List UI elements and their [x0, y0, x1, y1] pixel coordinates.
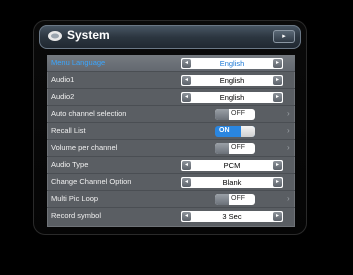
- menu-item-audio-type[interactable]: Audio Type ◂ PCM ▸: [47, 157, 295, 174]
- settings-menu: Menu Language ◂ English ▸ Audio1 ◂ Engli…: [47, 55, 295, 227]
- selector-value: English: [219, 76, 245, 85]
- satellite-icon: [48, 31, 62, 41]
- left-arrow-icon[interactable]: ◂: [182, 59, 191, 68]
- toggle-state: ON: [219, 127, 230, 134]
- page-title: System: [67, 28, 110, 42]
- menu-language-selector[interactable]: ◂ English ▸: [181, 58, 283, 69]
- right-arrow-icon[interactable]: ▸: [273, 76, 282, 85]
- recall-list-toggle[interactable]: ON: [215, 126, 255, 137]
- toggle-knob: [215, 143, 229, 154]
- audio-type-selector[interactable]: ◂ PCM ▸: [181, 160, 283, 171]
- menu-item-recall-list[interactable]: Recall List ON ›: [47, 123, 295, 140]
- record-symbol-selector[interactable]: ◂ 3 Sec ▸: [181, 211, 283, 222]
- menu-item-menu-language[interactable]: Menu Language ◂ English ▸: [47, 55, 295, 72]
- toggle-knob: [241, 126, 255, 137]
- selector-value: 3 Sec: [222, 212, 242, 221]
- audio1-selector[interactable]: ◂ English ▸: [181, 75, 283, 86]
- title-bar: System ▸: [39, 25, 301, 49]
- chevron-right-icon: ›: [287, 194, 290, 203]
- menu-item-label: Recall List: [51, 126, 86, 135]
- selector-value: PCM: [223, 161, 241, 170]
- toggle-state: OFF: [231, 195, 245, 202]
- change-channel-option-selector[interactable]: ◂ Blank ▸: [181, 177, 283, 188]
- menu-item-audio1[interactable]: Audio1 ◂ English ▸: [47, 72, 295, 89]
- auto-channel-selection-toggle[interactable]: OFF: [215, 109, 255, 120]
- toggle-state: OFF: [231, 110, 245, 117]
- left-arrow-icon[interactable]: ◂: [182, 178, 191, 187]
- toggle-knob: [215, 194, 229, 205]
- audio2-selector[interactable]: ◂ English ▸: [181, 92, 283, 103]
- menu-item-label: Multi Pic Loop: [51, 194, 99, 203]
- menu-item-label: Change Channel Option: [51, 177, 132, 186]
- left-arrow-icon[interactable]: ◂: [182, 161, 191, 170]
- left-arrow-icon[interactable]: ◂: [182, 76, 191, 85]
- system-settings-window: System ▸ Menu Language ◂ English ▸ Audio…: [33, 20, 307, 235]
- menu-item-label: Audio1: [51, 75, 75, 84]
- menu-item-record-symbol[interactable]: Record symbol ◂ 3 Sec ▸: [47, 208, 295, 225]
- left-arrow-icon[interactable]: ◂: [182, 212, 191, 221]
- multi-pic-loop-toggle[interactable]: OFF: [215, 194, 255, 205]
- menu-item-label: Menu Language: [51, 58, 106, 67]
- menu-item-label: Audio Type: [51, 160, 89, 169]
- selector-value: English: [219, 59, 245, 68]
- toggle-state: OFF: [231, 144, 245, 151]
- right-arrow-icon[interactable]: ▸: [273, 30, 295, 43]
- volume-per-channel-toggle[interactable]: OFF: [215, 143, 255, 154]
- chevron-right-icon: ›: [287, 109, 290, 118]
- menu-item-change-channel-option[interactable]: Change Channel Option ◂ Blank ▸: [47, 174, 295, 191]
- menu-item-label: Record symbol: [51, 211, 102, 220]
- chevron-right-icon: ›: [287, 143, 290, 152]
- menu-item-auto-channel-selection[interactable]: Auto channel selection OFF ›: [47, 106, 295, 123]
- right-arrow-icon[interactable]: ▸: [273, 212, 282, 221]
- chevron-right-icon: ›: [287, 126, 290, 135]
- menu-item-volume-per-channel[interactable]: Volume per channel OFF ›: [47, 140, 295, 157]
- right-arrow-icon[interactable]: ▸: [273, 93, 282, 102]
- right-arrow-icon[interactable]: ▸: [273, 59, 282, 68]
- left-arrow-icon[interactable]: ◂: [182, 93, 191, 102]
- right-arrow-icon[interactable]: ▸: [273, 178, 282, 187]
- right-arrow-icon[interactable]: ▸: [273, 161, 282, 170]
- menu-item-label: Audio2: [51, 92, 75, 101]
- toggle-knob: [215, 109, 229, 120]
- menu-item-audio2[interactable]: Audio2 ◂ English ▸: [47, 89, 295, 106]
- menu-item-multi-pic-loop[interactable]: Multi Pic Loop OFF ›: [47, 191, 295, 208]
- selector-value: English: [219, 93, 245, 102]
- menu-item-label: Auto channel selection: [51, 109, 127, 118]
- selector-value: Blank: [222, 178, 242, 187]
- menu-item-label: Volume per channel: [51, 143, 118, 152]
